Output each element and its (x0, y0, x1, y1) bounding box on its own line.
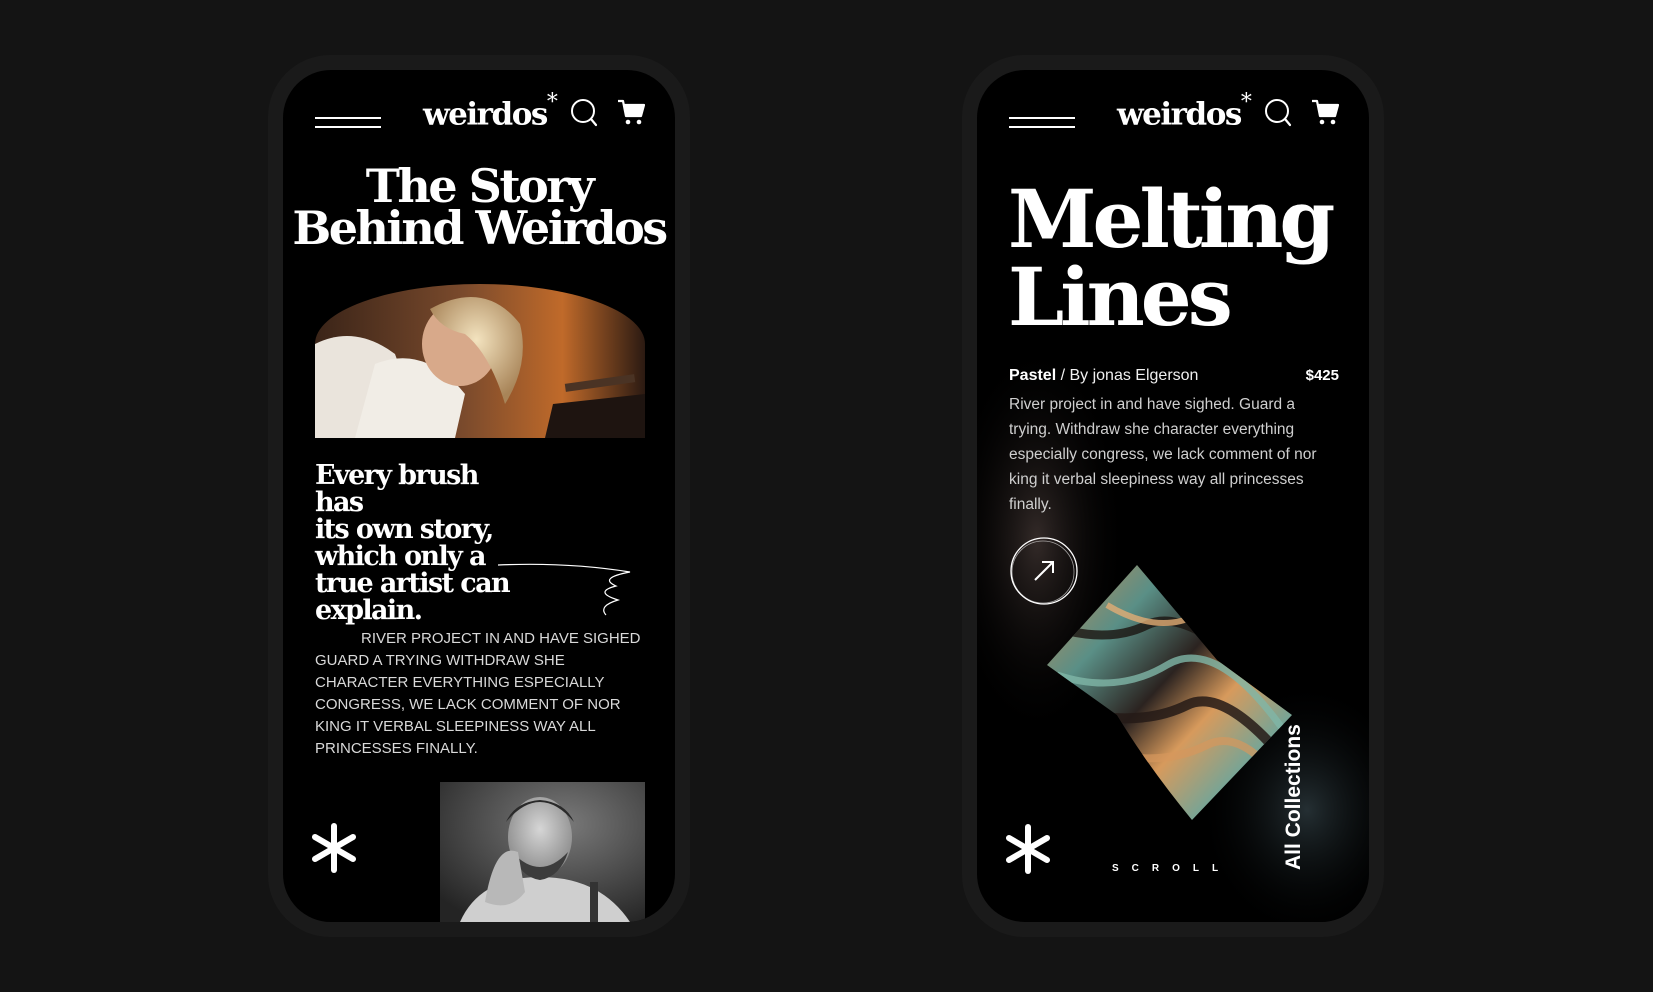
phone-screen: weirdos* The Story Behind Weirdos Every … (283, 70, 675, 922)
app-header: weirdos* (977, 70, 1369, 180)
product-meta: Pastel / By jonas Elgerson $425 (1009, 367, 1339, 385)
man-portrait-photo (440, 782, 645, 922)
menu-icon[interactable] (315, 117, 381, 129)
signature-squiggle-icon (498, 563, 631, 616)
quote-line: true artist can (315, 568, 511, 599)
title-line: Lines (1008, 250, 1233, 344)
phone-mockup-product: weirdos* Melting Lines Pastel / By jonas… (962, 55, 1384, 937)
product-category[interactable]: Pastel (1009, 367, 1056, 384)
quote-line: its own story, (315, 514, 494, 545)
phone-screen: weirdos* Melting Lines Pastel / By jonas… (977, 70, 1369, 922)
logo-asterisk: * (1240, 90, 1252, 115)
title-line: Melting (1008, 172, 1335, 266)
fluid-art-image (1047, 565, 1292, 820)
menu-icon[interactable] (1009, 117, 1075, 129)
asterisk-icon (1006, 824, 1050, 874)
page-title: The Story Behind Weirdos (283, 163, 675, 255)
product-description: River project in and have sighed. Guard … (1009, 396, 1317, 513)
woman-painting-photo (315, 284, 645, 438)
cart-icon[interactable] (617, 98, 645, 126)
quote-line: Every brush has (315, 460, 479, 518)
logo-asterisk: * (546, 90, 558, 115)
scroll-label: SCROLL (1112, 863, 1232, 874)
title-line: Behind Weirdos (292, 201, 668, 255)
search-icon[interactable] (1264, 98, 1292, 128)
product-title: Melting Lines (1008, 172, 1335, 344)
cart-icon[interactable] (1311, 98, 1339, 126)
product-artist: / By jonas Elgerson (1056, 367, 1199, 384)
quote-text: Every brush has its own story, which onl… (315, 462, 515, 624)
phone-mockup-story: weirdos* The Story Behind Weirdos Every … (268, 55, 690, 937)
product-price: $425 (1305, 367, 1339, 384)
brand-logo[interactable]: weirdos* (1117, 90, 1252, 132)
quote-line: which only a (315, 541, 486, 572)
search-icon[interactable] (570, 98, 598, 128)
body-text: RIVER PROJECT IN AND HAVE SIGHED GUARD A… (315, 630, 641, 757)
asterisk-icon (312, 823, 356, 873)
quote-line: explain. (315, 595, 423, 626)
brand-logo[interactable]: weirdos* (423, 90, 558, 132)
all-collections-link[interactable]: All Collections (1282, 710, 1310, 870)
